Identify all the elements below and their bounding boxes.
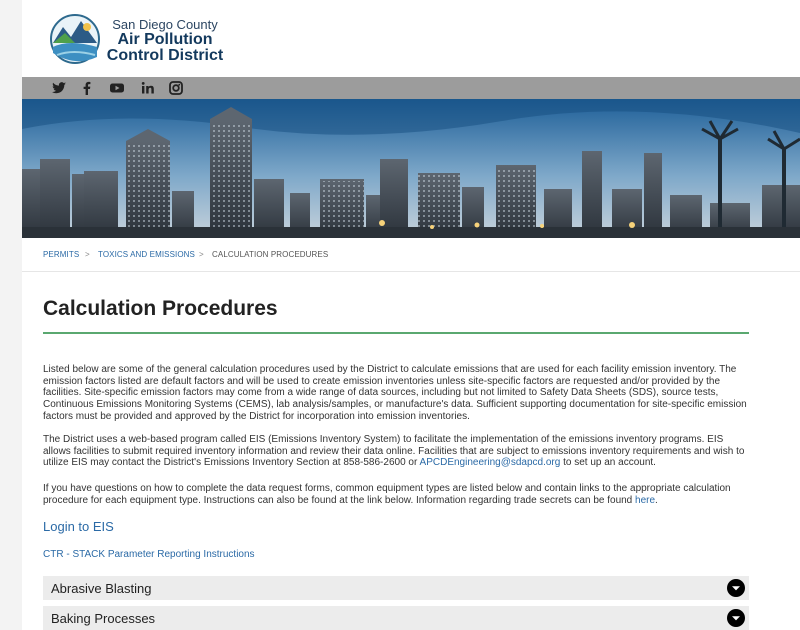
linkedin-icon[interactable] bbox=[140, 80, 156, 96]
logo-line-3: Control District bbox=[106, 47, 224, 64]
chevron-down-icon[interactable] bbox=[727, 609, 745, 627]
breadcrumb-separator: > bbox=[85, 250, 90, 259]
chevron-down-icon[interactable] bbox=[727, 579, 745, 597]
breadcrumb-item-permits[interactable]: PERMITS bbox=[43, 250, 79, 259]
accordion-label: Baking Processes bbox=[51, 611, 156, 626]
questions-paragraph-text: If you have questions on how to complete… bbox=[43, 483, 731, 506]
breadcrumb: PERMITS > TOXICS AND EMISSIONS > CALCULA… bbox=[22, 238, 800, 272]
login-eis-link[interactable]: Login to EIS bbox=[43, 519, 114, 534]
skyline-banner bbox=[22, 99, 800, 238]
page-title: Calculation Procedures bbox=[43, 297, 278, 320]
twitter-icon[interactable] bbox=[51, 80, 67, 96]
logo-line-1: San Diego County bbox=[112, 17, 218, 32]
accordion-label: Abrasive Blasting bbox=[51, 581, 152, 596]
eis-paragraph-end: to set up an account. bbox=[560, 457, 656, 469]
site-header: San Diego County Air Pollution Control D… bbox=[22, 0, 800, 77]
title-divider bbox=[43, 332, 749, 334]
questions-paragraph-end: . bbox=[655, 494, 658, 506]
logo-text[interactable]: San Diego County Air Pollution Control D… bbox=[85, 17, 245, 64]
social-bar bbox=[22, 77, 800, 99]
questions-paragraph: If you have questions on how to complete… bbox=[43, 483, 749, 506]
instagram-icon[interactable] bbox=[168, 80, 184, 96]
accordion-item-abrasive-blasting[interactable]: Abrasive Blasting bbox=[43, 576, 749, 600]
youtube-icon[interactable] bbox=[109, 80, 125, 96]
breadcrumb-separator: > bbox=[199, 250, 204, 259]
ctr-stack-link[interactable]: CTR - STACK Parameter Reporting Instruct… bbox=[43, 549, 255, 560]
eis-paragraph: The District uses a web-based program ca… bbox=[43, 434, 749, 469]
logo-line-2: Air Pollution bbox=[117, 31, 213, 48]
facebook-icon[interactable] bbox=[79, 80, 95, 96]
intro-paragraph: Listed below are some of the general cal… bbox=[43, 364, 747, 422]
breadcrumb-item-toxics[interactable]: TOXICS AND EMISSIONS bbox=[98, 250, 195, 259]
trade-secrets-link[interactable]: here bbox=[635, 495, 655, 506]
breadcrumb-item-current: CALCULATION PROCEDURES bbox=[212, 250, 329, 259]
page: San Diego County Air Pollution Control D… bbox=[22, 0, 800, 630]
accordion-item-baking-processes[interactable]: Baking Processes bbox=[43, 606, 749, 630]
email-link[interactable]: APCDEngineering@sdapcd.org bbox=[420, 457, 561, 468]
